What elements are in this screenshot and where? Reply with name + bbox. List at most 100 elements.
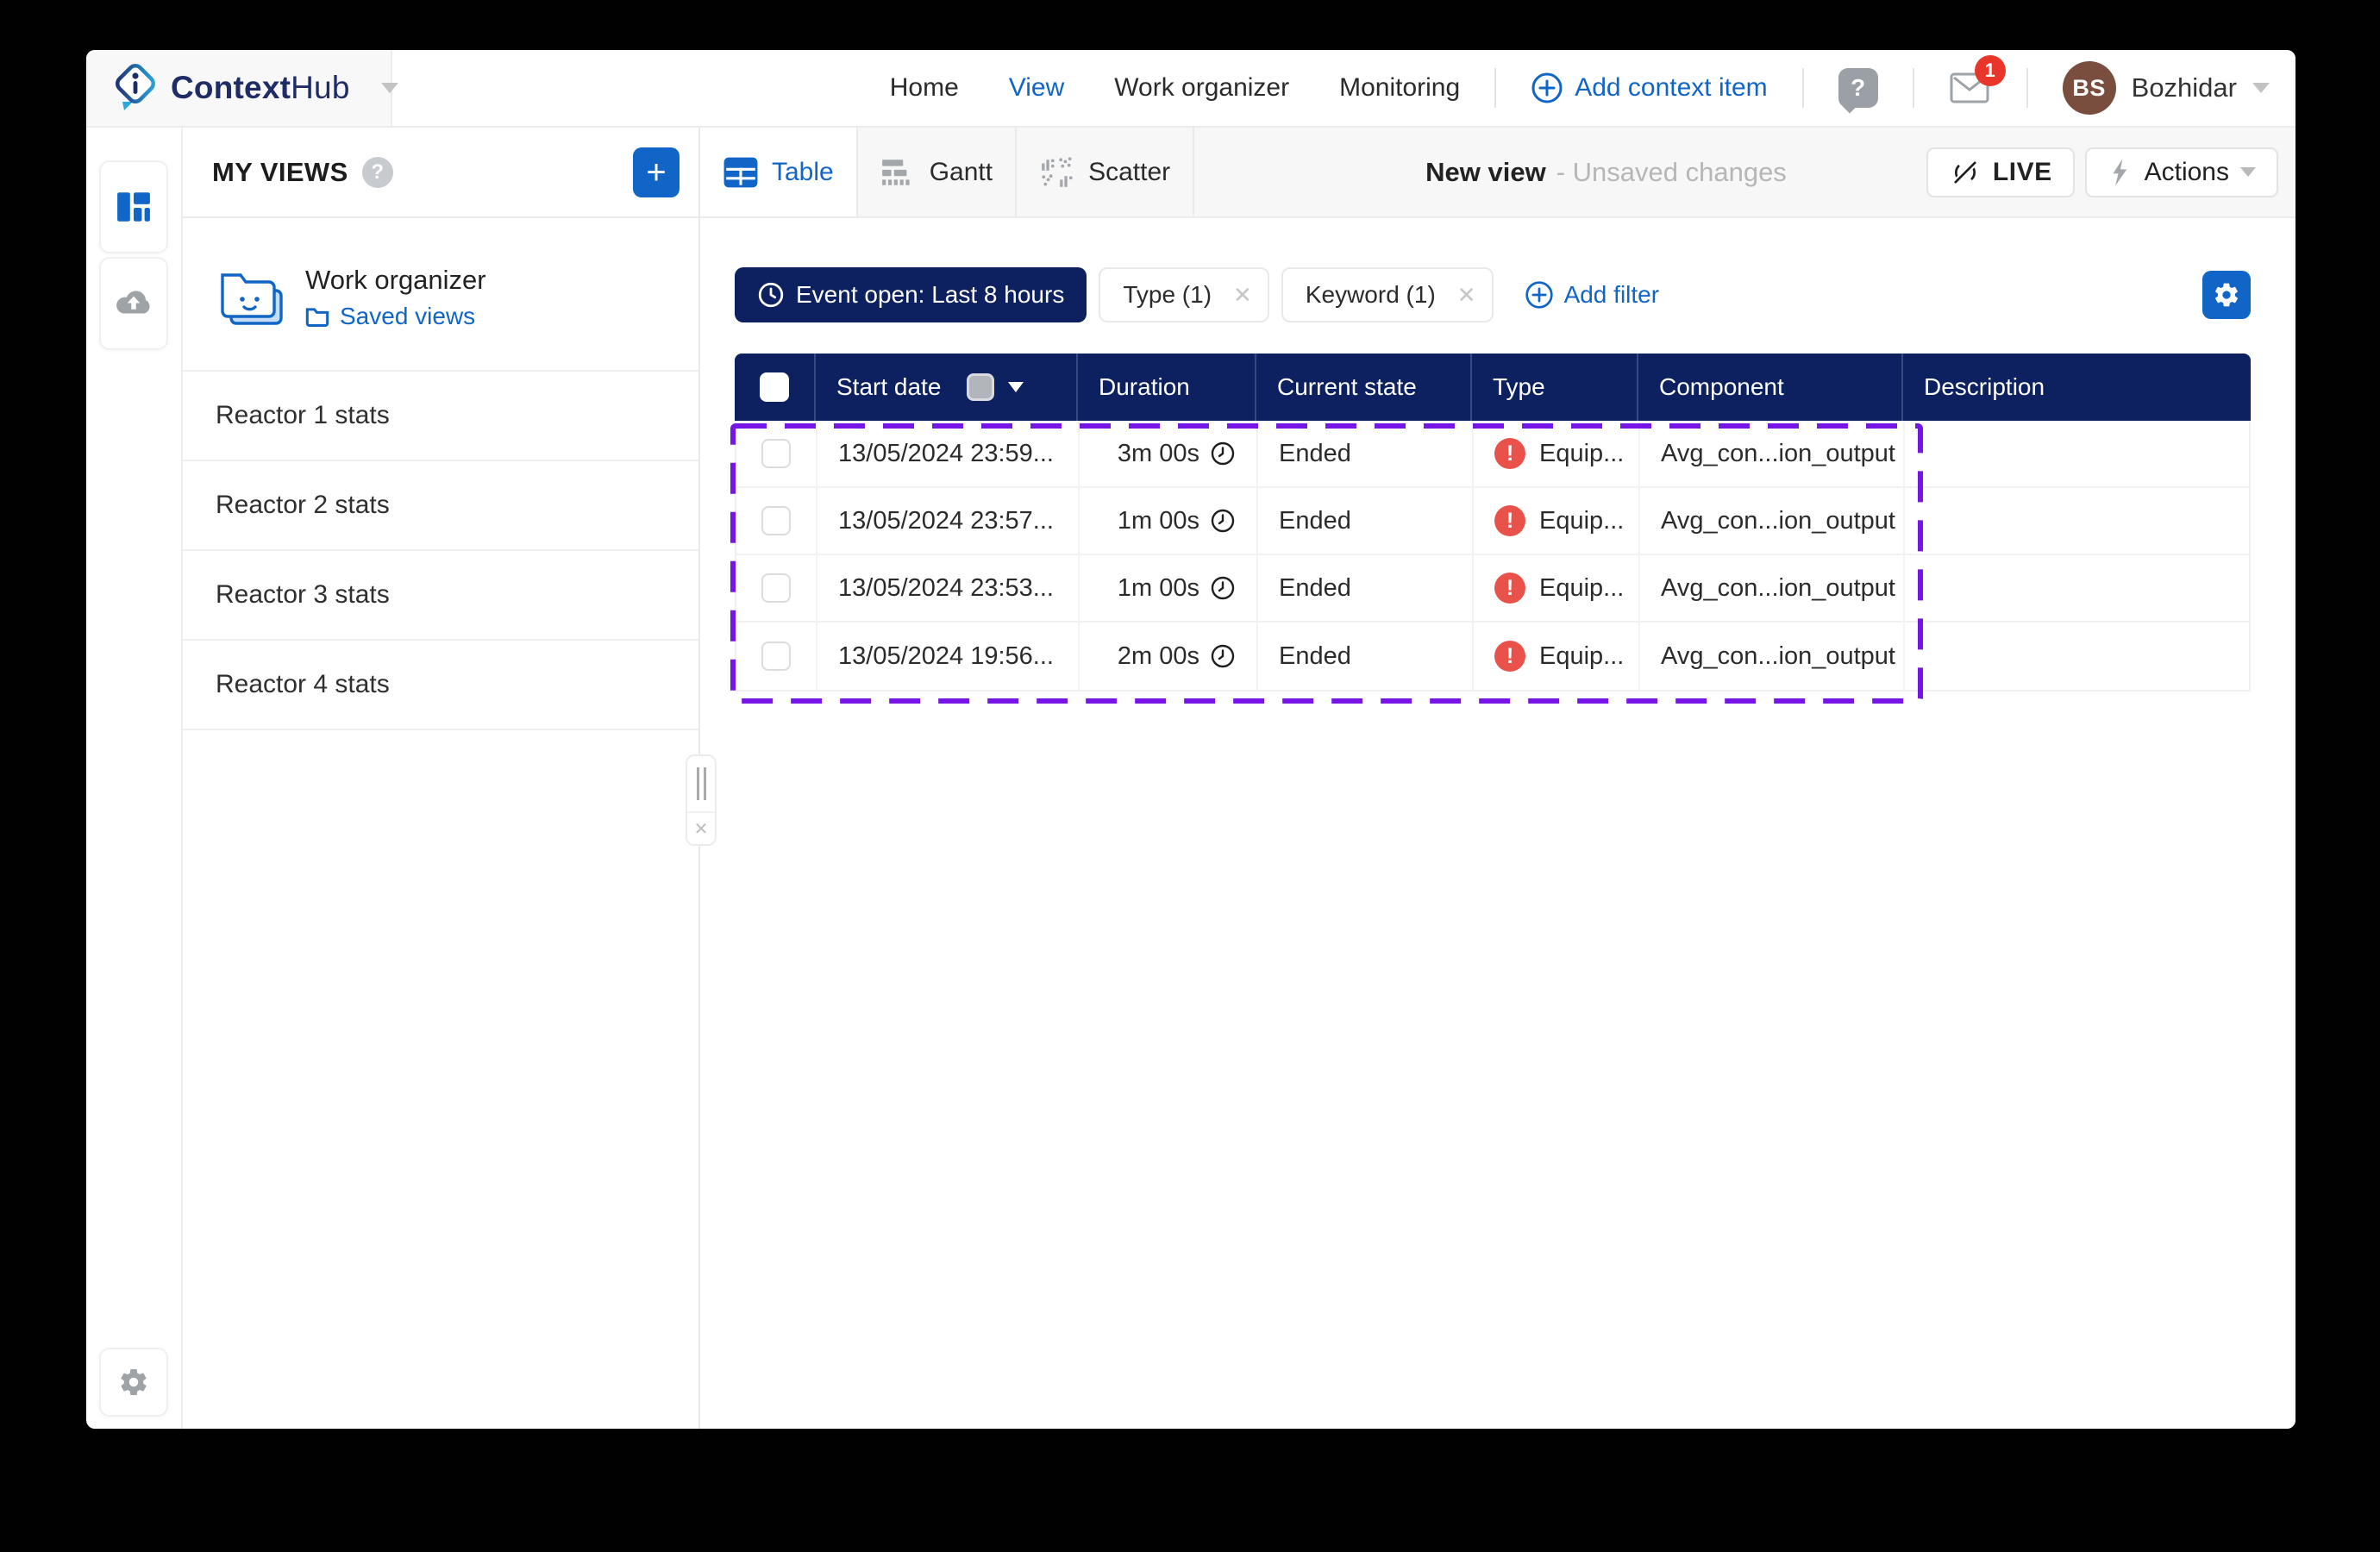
table-row[interactable]: 13/05/2024 19:56... 2m 00s Ended !Equip.… xyxy=(736,623,2249,690)
type-filter-chip[interactable]: Type (1) ✕ xyxy=(1099,267,1269,322)
cell-current-state: Ended xyxy=(1258,555,1474,621)
add-context-item-button[interactable]: Add context item xyxy=(1531,72,1767,104)
live-off-icon xyxy=(1949,156,1982,189)
list-item[interactable]: Reactor 3 stats xyxy=(183,551,698,641)
cell-component: Avg_con...ion_output xyxy=(1640,488,1905,554)
app-window: ContextHub Home View Work organizer Moni… xyxy=(86,50,2295,1429)
icon-rail xyxy=(86,128,183,1429)
user-chevron-down-icon xyxy=(2252,83,2270,93)
my-views-sidebar: MY VIEWS ? + Work organizer xyxy=(183,128,700,1429)
col-start-date[interactable]: Start date xyxy=(816,354,1078,421)
live-toggle-button[interactable]: LIVE xyxy=(1926,147,2075,197)
list-item[interactable]: Reactor 1 stats xyxy=(183,372,698,461)
alert-icon: ! xyxy=(1494,641,1525,672)
scatter-icon xyxy=(1039,155,1075,190)
select-all-checkbox[interactable] xyxy=(760,372,789,402)
list-item[interactable]: Reactor 4 stats xyxy=(183,641,698,730)
cell-duration: 2m 00s xyxy=(1080,623,1258,690)
tab-gantt[interactable]: Gantt xyxy=(858,128,1017,216)
divider xyxy=(1802,68,1804,108)
nav-view[interactable]: View xyxy=(1009,73,1064,103)
col-component[interactable]: Component xyxy=(1638,354,1903,421)
notifications-button[interactable]: 1 xyxy=(1949,69,1992,107)
upload-panel-button[interactable] xyxy=(99,257,168,350)
keyword-filter-chip[interactable]: Keyword (1) ✕ xyxy=(1281,267,1494,322)
drag-grip-icon[interactable] xyxy=(687,756,715,813)
table-body: 13/05/2024 23:59... 3m 00s Ended !Equip.… xyxy=(735,421,2251,692)
clock-icon xyxy=(1210,643,1236,669)
plus-circle-icon xyxy=(1525,280,1554,310)
cell-start-date: 13/05/2024 23:53... xyxy=(817,555,1080,621)
tab-scatter[interactable]: Scatter xyxy=(1017,128,1194,216)
nav-work-organizer[interactable]: Work organizer xyxy=(1114,73,1289,103)
row-checkbox[interactable] xyxy=(761,573,791,603)
col-type[interactable]: Type xyxy=(1472,354,1638,421)
sidebar-resize-handle[interactable]: ✕ xyxy=(686,754,717,846)
col-current-state[interactable]: Current state xyxy=(1256,354,1472,421)
nav-monitoring[interactable]: Monitoring xyxy=(1339,73,1460,103)
row-checkbox[interactable] xyxy=(761,439,791,468)
table-row[interactable]: 13/05/2024 23:53... 1m 00s Ended !Equip.… xyxy=(736,555,2249,623)
screenshot-frame: ContextHub Home View Work organizer Moni… xyxy=(0,0,2380,1552)
remove-filter-icon[interactable]: ✕ xyxy=(1233,282,1252,309)
sidebar-help-icon[interactable]: ? xyxy=(362,157,393,188)
cell-current-state: Ended xyxy=(1258,488,1474,554)
divider xyxy=(2026,68,2028,108)
views-panel-button[interactable] xyxy=(99,160,168,253)
table-row[interactable]: 13/05/2024 23:57... 1m 00s Ended !Equip.… xyxy=(736,488,2249,555)
cell-duration: 3m 00s xyxy=(1080,421,1258,486)
saved-views-link[interactable]: Saved views xyxy=(305,303,486,330)
sort-desc-icon[interactable] xyxy=(1008,382,1024,392)
table-settings-button[interactable] xyxy=(2202,271,2251,319)
tab-table[interactable]: Table xyxy=(700,128,858,216)
col-description[interactable]: Description xyxy=(1903,354,2251,421)
cell-type: !Equip... xyxy=(1474,555,1640,621)
row-checkbox[interactable] xyxy=(761,641,791,671)
divider xyxy=(1494,68,1496,108)
cell-duration: 1m 00s xyxy=(1080,555,1258,621)
user-menu[interactable]: BS Bozhidar xyxy=(2063,61,2270,115)
clock-icon xyxy=(1210,441,1236,466)
help-icon[interactable]: ? xyxy=(1838,68,1878,108)
contexthub-logo-icon xyxy=(114,64,159,112)
row-checkbox[interactable] xyxy=(761,506,791,535)
nav-home[interactable]: Home xyxy=(890,73,959,103)
dashboard-layout-icon xyxy=(116,190,152,224)
col-duration[interactable]: Duration xyxy=(1078,354,1256,421)
brand-chevron-down-icon[interactable] xyxy=(381,83,398,93)
add-filter-button[interactable]: Add filter xyxy=(1525,280,1660,310)
brand-logo-block[interactable]: ContextHub xyxy=(86,50,392,126)
saved-views-list: Reactor 1 stats Reactor 2 stats Reactor … xyxy=(183,370,698,730)
cell-start-date: 13/05/2024 19:56... xyxy=(817,623,1080,690)
alert-icon: ! xyxy=(1494,573,1525,604)
table-row[interactable]: 13/05/2024 23:59... 3m 00s Ended !Equip.… xyxy=(736,421,2249,488)
time-filter-pill[interactable]: Event open: Last 8 hours xyxy=(735,267,1087,322)
actions-menu-button[interactable]: Actions xyxy=(2085,147,2278,197)
filter-bar: Event open: Last 8 hours Type (1) ✕ Keyw… xyxy=(735,267,2251,322)
clock-icon xyxy=(1210,575,1236,601)
column-drag-chip-icon[interactable] xyxy=(967,373,994,401)
gantt-icon xyxy=(880,157,917,188)
lightning-bolt-icon xyxy=(2108,158,2133,187)
events-table: Start date Duration Current state Type C… xyxy=(735,354,2251,692)
actions-chevron-down-icon xyxy=(2240,167,2256,177)
workspace-title: Work organizer xyxy=(305,265,486,296)
cell-type: !Equip... xyxy=(1474,623,1640,690)
list-item[interactable]: Reactor 2 stats xyxy=(183,461,698,551)
cell-type: !Equip... xyxy=(1474,488,1640,554)
add-view-button[interactable]: + xyxy=(633,147,680,197)
folder-smiley-icon xyxy=(214,265,286,330)
avatar: BS xyxy=(2063,61,2116,115)
workspace-group[interactable]: Work organizer Saved views xyxy=(183,218,698,330)
clock-icon xyxy=(1210,508,1236,534)
collapse-sidebar-icon[interactable]: ✕ xyxy=(687,813,715,844)
cell-start-date: 13/05/2024 23:57... xyxy=(817,488,1080,554)
user-name: Bozhidar xyxy=(2132,72,2237,103)
gear-icon xyxy=(2213,281,2240,309)
brand-name: ContextHub xyxy=(171,70,350,106)
cell-description xyxy=(1905,623,2249,690)
settings-button[interactable] xyxy=(99,1348,168,1417)
remove-filter-icon[interactable]: ✕ xyxy=(1457,282,1476,309)
sidebar-header: MY VIEWS ? + xyxy=(183,128,698,218)
cell-current-state: Ended xyxy=(1258,421,1474,486)
